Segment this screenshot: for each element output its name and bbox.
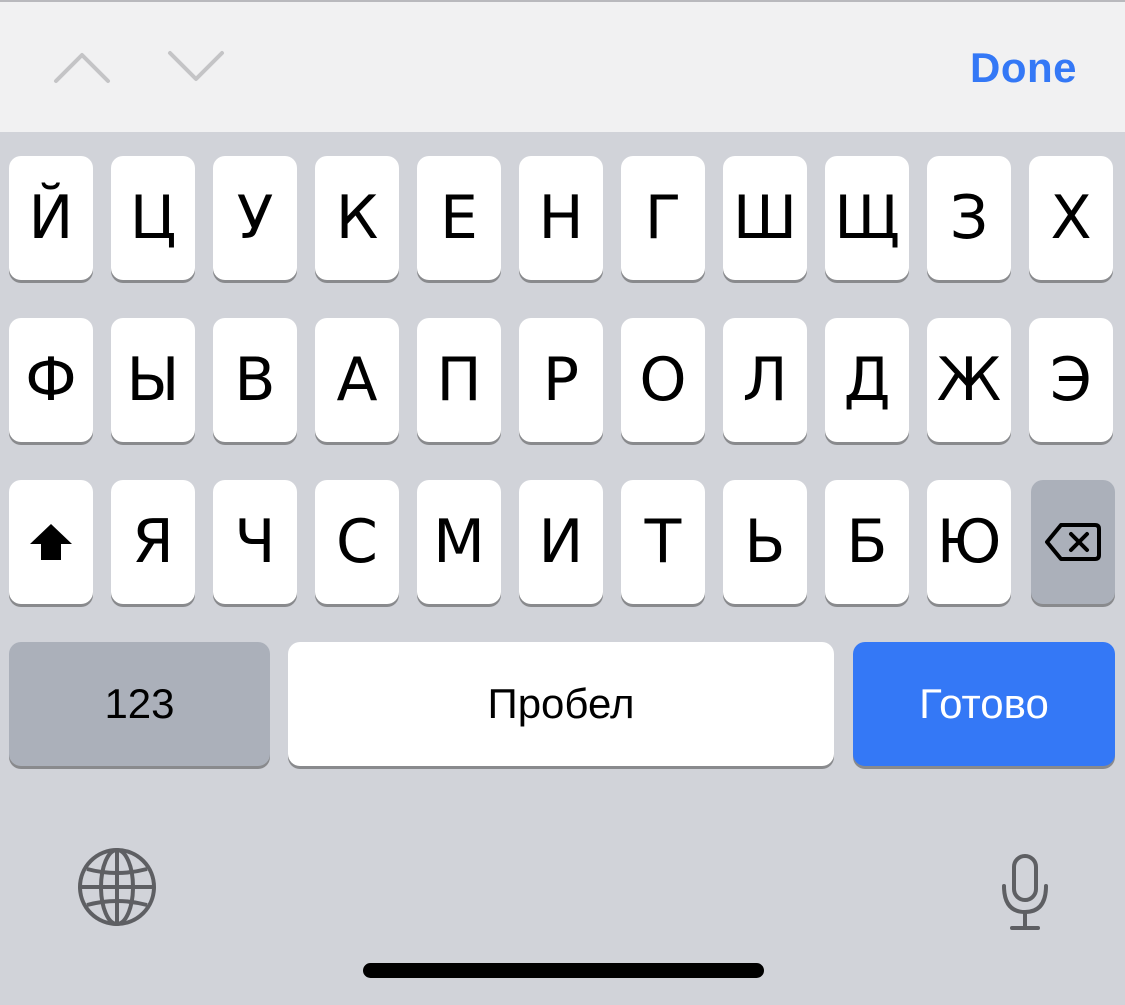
key-letter[interactable]: Р — [519, 318, 603, 442]
key-letter[interactable]: С — [315, 480, 399, 604]
globe-icon — [78, 848, 156, 926]
shift-key[interactable] — [9, 480, 93, 604]
keyboard-row-1: ЙЦУКЕНГШЩЗХ — [0, 156, 1125, 282]
key-letter[interactable]: З — [927, 156, 1011, 280]
microphone-icon — [1002, 854, 1048, 930]
backspace-icon — [1045, 523, 1101, 561]
key-letter[interactable]: Ы — [111, 318, 195, 442]
key-letter[interactable]: Б — [825, 480, 909, 604]
key-letter[interactable]: Л — [723, 318, 807, 442]
key-letter[interactable]: Ю — [927, 480, 1011, 604]
key-letter[interactable]: Щ — [825, 156, 909, 280]
key-letter[interactable]: Н — [519, 156, 603, 280]
key-letter[interactable]: Х — [1029, 156, 1113, 280]
numbers-key[interactable]: 123 — [9, 642, 270, 766]
key-letter[interactable]: Д — [825, 318, 909, 442]
key-letter[interactable]: П — [417, 318, 501, 442]
next-field-button[interactable] — [164, 42, 228, 92]
keyboard-accessory-toolbar: Done — [0, 0, 1125, 132]
key-letter[interactable]: Э — [1029, 318, 1113, 442]
home-indicator[interactable] — [363, 963, 764, 978]
key-letter[interactable]: Я — [111, 480, 195, 604]
russian-keyboard: ЙЦУКЕНГШЩЗХ ФЫВАПРОЛДЖЭ ЯЧСМИТЬБЮ 123 Пр… — [0, 132, 1125, 1005]
return-key[interactable]: Готово — [853, 642, 1115, 766]
key-letter[interactable]: К — [315, 156, 399, 280]
key-letter[interactable]: Е — [417, 156, 501, 280]
key-letter[interactable]: Г — [621, 156, 705, 280]
key-letter[interactable]: В — [213, 318, 297, 442]
globe-button[interactable] — [72, 842, 162, 932]
key-letter[interactable]: Й — [9, 156, 93, 280]
key-letter[interactable]: Ф — [9, 318, 93, 442]
shift-arrow-icon — [30, 524, 72, 560]
key-letter[interactable]: Ц — [111, 156, 195, 280]
done-button[interactable]: Done — [970, 44, 1077, 92]
previous-field-button[interactable] — [50, 42, 114, 92]
key-letter[interactable]: Ж — [927, 318, 1011, 442]
keyboard-row-2: ФЫВАПРОЛДЖЭ — [0, 318, 1125, 444]
dictation-button[interactable] — [985, 842, 1065, 942]
backspace-key[interactable] — [1031, 480, 1115, 604]
chevron-up-icon — [54, 53, 110, 83]
key-letter[interactable]: И — [519, 480, 603, 604]
key-letter[interactable]: М — [417, 480, 501, 604]
key-letter[interactable]: О — [621, 318, 705, 442]
keyboard-row-3: ЯЧСМИТЬБЮ — [0, 480, 1125, 606]
key-letter[interactable]: Ь — [723, 480, 807, 604]
keyboard-row-4: 123 Пробел Готово — [0, 642, 1125, 768]
key-letter[interactable]: У — [213, 156, 297, 280]
key-letter[interactable]: Ш — [723, 156, 807, 280]
key-letter[interactable]: Т — [621, 480, 705, 604]
chevron-down-icon — [168, 51, 224, 81]
space-key[interactable]: Пробел — [288, 642, 834, 766]
key-letter[interactable]: Ч — [213, 480, 297, 604]
key-letter[interactable]: А — [315, 318, 399, 442]
